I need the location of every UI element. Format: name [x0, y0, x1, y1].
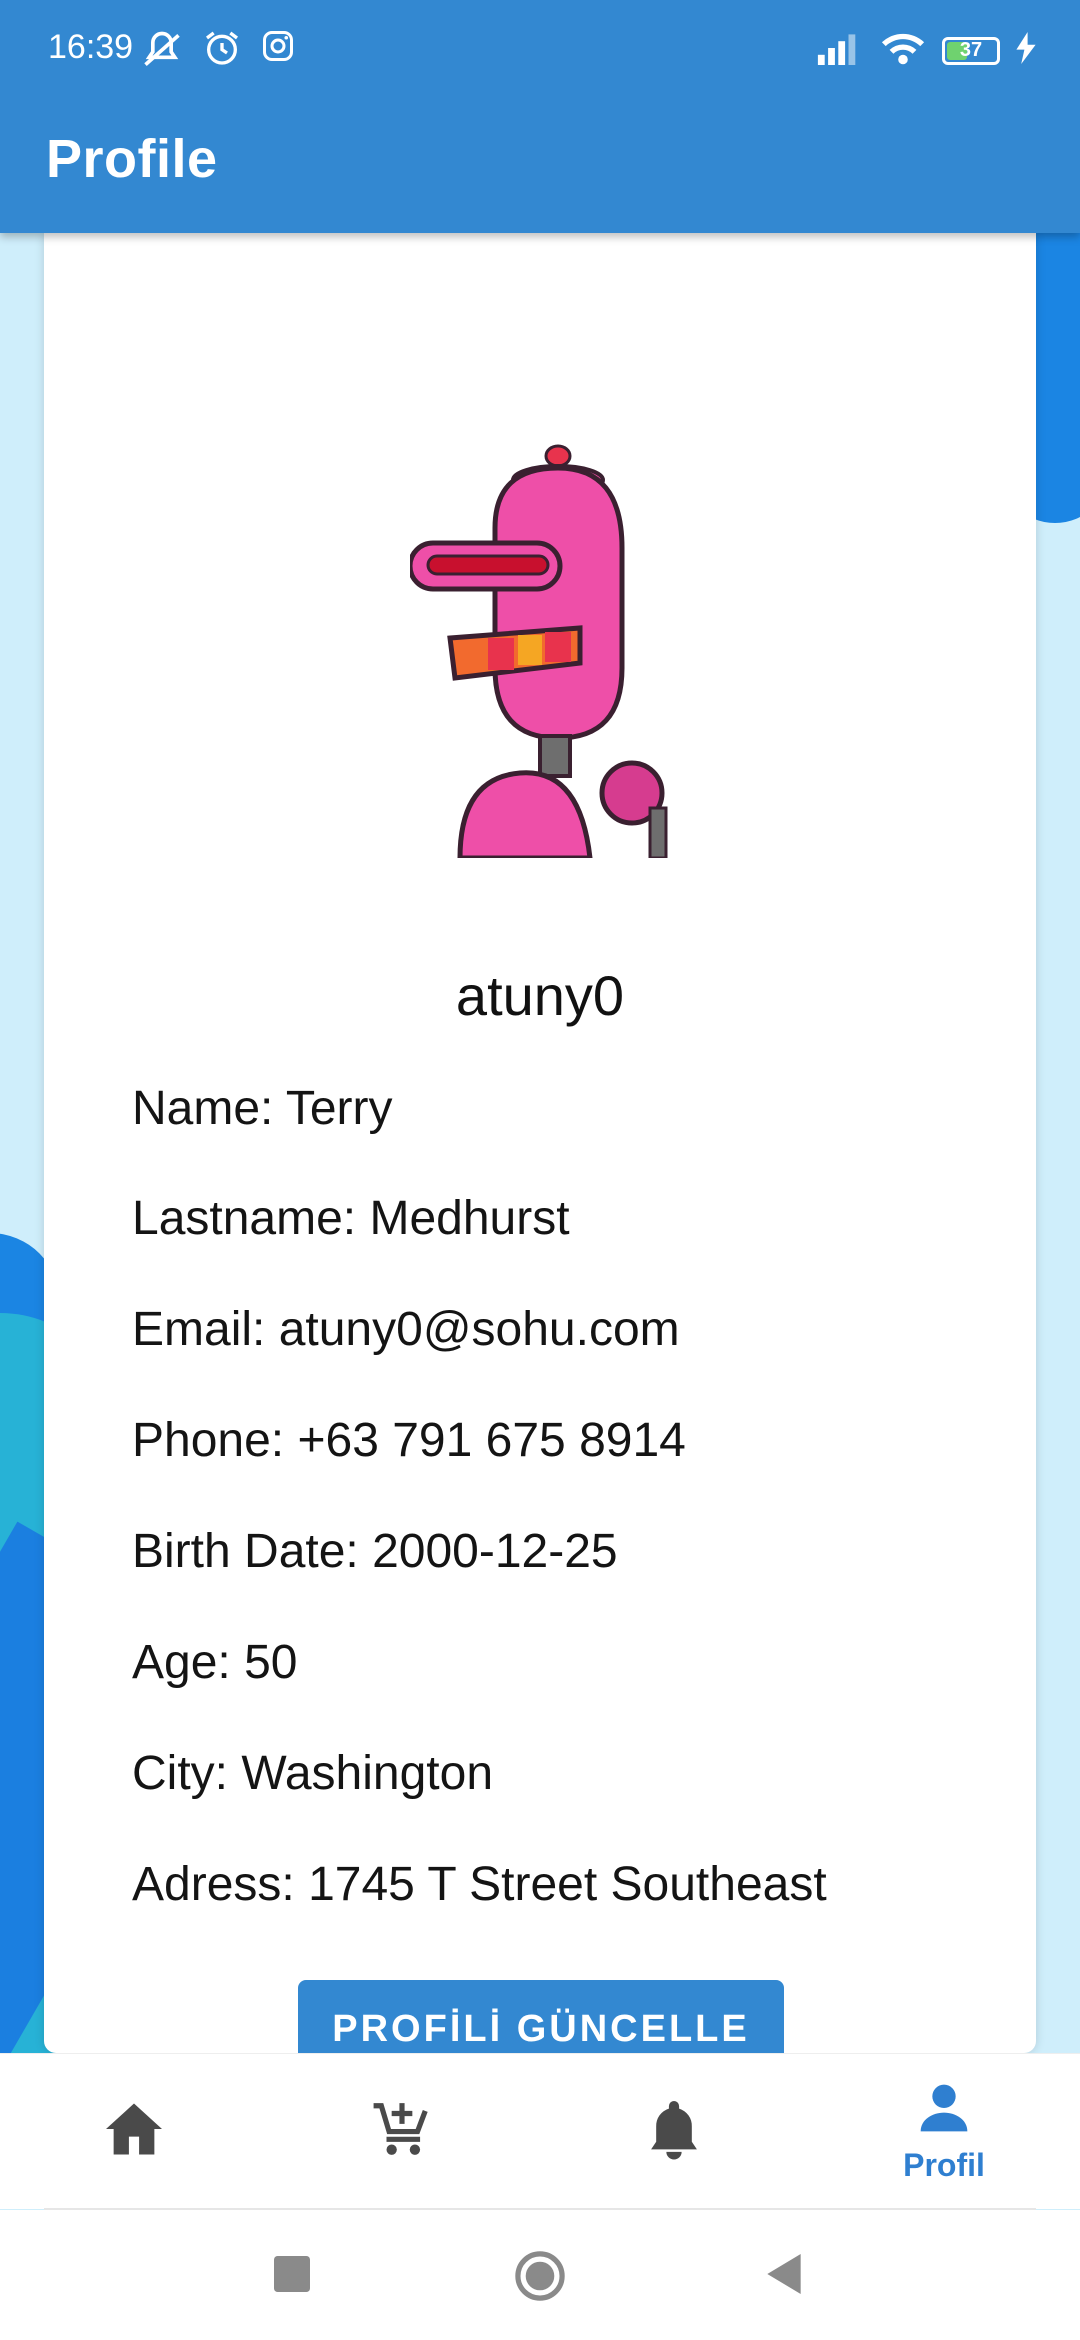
bell-icon	[646, 2098, 702, 2165]
page-title: Profile	[46, 129, 218, 189]
nav-label-profile: Profil	[903, 2146, 985, 2183]
status-bar: 16:39 37	[0, 0, 1080, 100]
app-bar: 16:39 37 Profile	[0, 0, 1080, 233]
alarm-icon	[202, 28, 242, 77]
nav-item-notifications[interactable]	[574, 2054, 774, 2209]
add-to-cart-icon	[371, 2098, 433, 2165]
phone-field: Phone: +63 791 675 8914	[132, 1414, 686, 1467]
recents-button[interactable]	[274, 2256, 310, 2297]
nav-item-profile[interactable]: Profil	[844, 2054, 1044, 2209]
system-navigation-bar	[0, 2210, 1080, 2340]
address-field: Adress: 1745 T Street Southeast	[132, 1858, 827, 1911]
battery-level: 37	[959, 39, 983, 61]
mute-icon	[140, 28, 184, 77]
avatar	[407, 438, 710, 861]
status-right-icons: 37	[816, 30, 1036, 71]
home-button[interactable]	[514, 2250, 566, 2307]
wifi-icon	[880, 30, 926, 71]
name-field: Name: Terry	[132, 1082, 393, 1135]
status-left-icons	[140, 28, 296, 77]
age-field: Age: 50	[132, 1636, 298, 1689]
back-button[interactable]	[766, 2254, 802, 2299]
username: atuny0	[455, 964, 625, 1027]
battery-icon: 37	[942, 36, 1000, 65]
email-field: Email: atuny0@sohu.com	[132, 1303, 680, 1356]
home-icon	[103, 2101, 165, 2162]
bottom-navigation: Profil	[0, 2053, 1080, 2209]
profile-card: atuny0 Name: Terry Lastname: Medhurst Em…	[44, 233, 1036, 2070]
lastname-field: Lastname: Medhurst	[132, 1192, 570, 1245]
city-field: City: Washington	[132, 1747, 494, 1800]
nav-item-home[interactable]	[34, 2054, 234, 2209]
birth-date-field: Birth Date: 2000-12-25	[132, 1525, 618, 1578]
charging-icon	[1016, 32, 1036, 69]
person-icon	[916, 2080, 972, 2141]
instagram-icon	[260, 28, 296, 77]
status-time: 16:39	[48, 28, 134, 66]
nav-item-cart[interactable]	[302, 2054, 502, 2209]
signal-icon	[816, 31, 864, 70]
